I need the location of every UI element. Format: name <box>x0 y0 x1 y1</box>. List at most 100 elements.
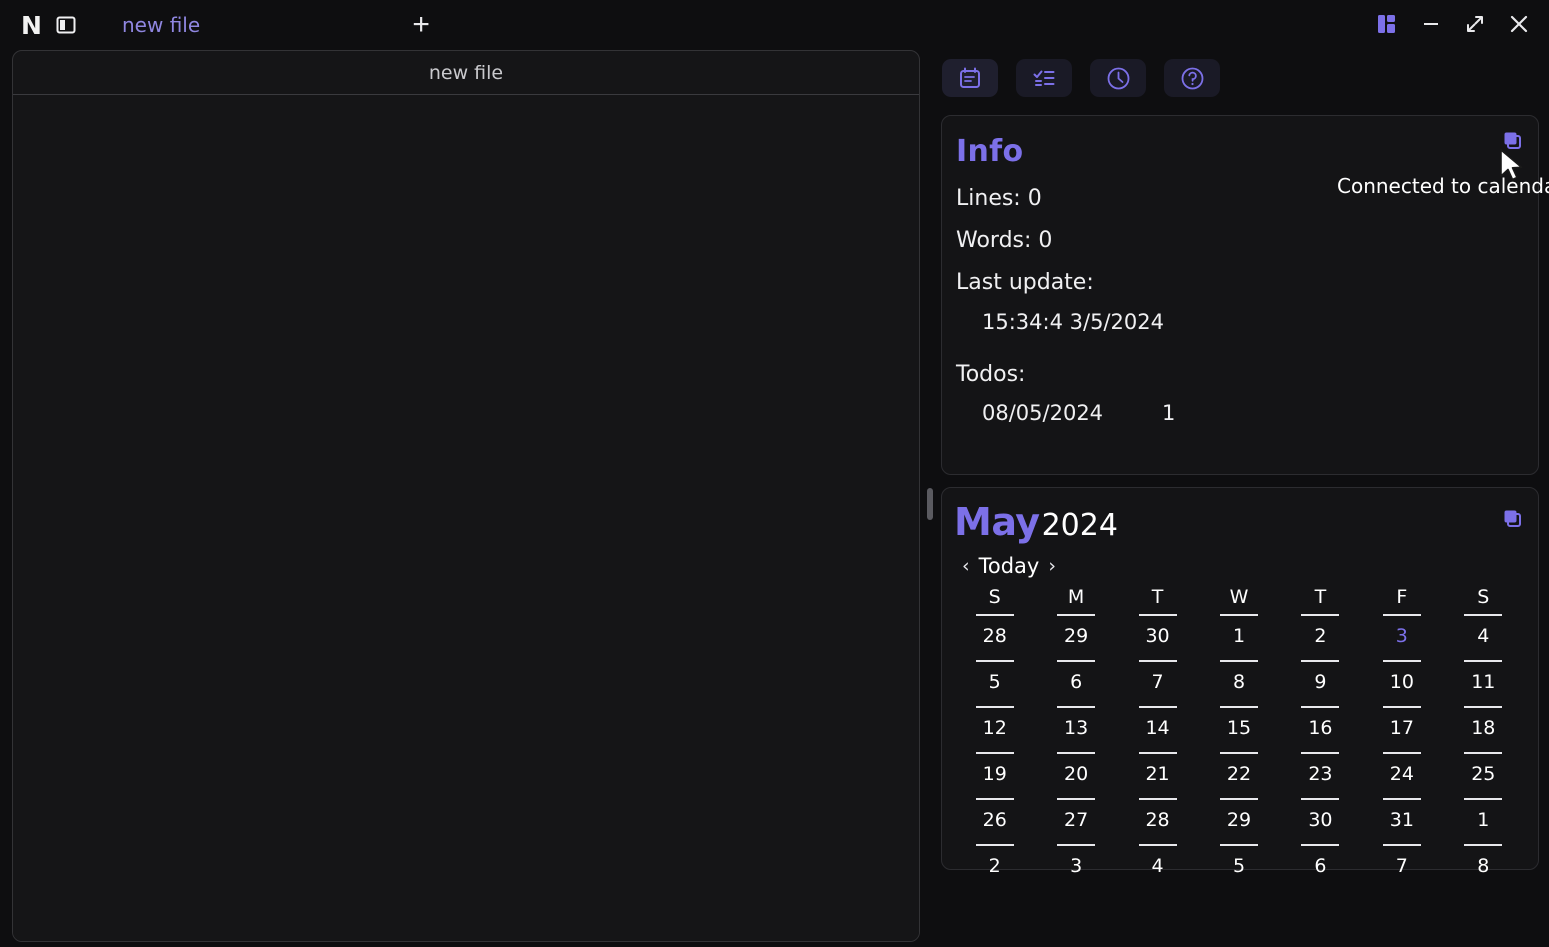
calendar-header: May 2024 <box>954 500 1524 544</box>
info-card: Info Lines: 0 Words: 0 Last update: 15:3… <box>941 115 1539 475</box>
calendar-weekday-header: S M T W T F S <box>954 586 1524 608</box>
calendar-prev-button[interactable]: ‹ <box>962 555 970 577</box>
calendar-grid: 28 29 30 1 2 3 4 5 6 7 8 9 10 11 12 13 14 15 16 17 18 19 20 21 2… <box>954 614 1524 884</box>
window-controls <box>1367 0 1539 48</box>
calendar-week-row: 19 20 21 22 23 24 25 <box>954 752 1524 792</box>
calendar-day[interactable]: 30 <box>1117 614 1198 654</box>
calendar-day[interactable]: 1 <box>1443 798 1524 838</box>
editor-pane: new file <box>12 50 920 942</box>
calendar-day[interactable]: 5 <box>954 660 1035 700</box>
calendar-day[interactable]: 29 <box>1198 798 1279 838</box>
tooltip-connected-to-calendar: Connected to calendar <box>1337 174 1549 198</box>
info-todo-count: 1 <box>1162 401 1176 425</box>
calendar-day[interactable]: 2 <box>954 844 1035 884</box>
calendar-week-row: 26 27 28 29 30 31 1 <box>954 798 1524 838</box>
calendar-day[interactable]: 5 <box>1198 844 1279 884</box>
app-logo-icon: N <box>21 10 42 40</box>
calendar-day[interactable]: 12 <box>954 706 1035 746</box>
calendar-day[interactable]: 26 <box>954 798 1035 838</box>
add-tab-button[interactable]: + <box>404 8 438 42</box>
calendar-day[interactable]: 4 <box>1443 614 1524 654</box>
layout-grid-icon[interactable] <box>1367 4 1407 44</box>
editor-title: new file <box>428 61 504 84</box>
calendar-card: May 2024 ‹ Today › S M T W T F S 28 29 3… <box>941 487 1539 877</box>
calendar-day[interactable]: 3 <box>1035 844 1116 884</box>
calendar-day[interactable]: 16 <box>1280 706 1361 746</box>
calendar-day[interactable]: 1 <box>1198 614 1279 654</box>
calendar-week-row: 28 29 30 1 2 3 4 <box>954 614 1524 654</box>
calendar-week-row: 5 6 7 8 9 10 11 <box>954 660 1524 700</box>
info-last-update-label: Last update: <box>956 270 1094 295</box>
calendar-day[interactable]: 24 <box>1361 752 1442 792</box>
todo-list-icon[interactable] <box>1016 59 1072 97</box>
duplicate-icon[interactable] <box>1502 508 1524 530</box>
calendar-day[interactable]: 14 <box>1117 706 1198 746</box>
calendar-day[interactable]: 6 <box>1035 660 1116 700</box>
calendar-day[interactable]: 8 <box>1198 660 1279 700</box>
calendar-day[interactable]: 28 <box>954 614 1035 654</box>
calendar-day[interactable]: 7 <box>1361 844 1442 884</box>
calendar-nav: ‹ Today › <box>962 554 1524 578</box>
editor-header: new file <box>13 51 919 95</box>
info-words-count: Words: 0 <box>956 228 1053 253</box>
editor-text-area[interactable] <box>13 95 919 941</box>
calendar-day[interactable]: 6 <box>1280 844 1361 884</box>
help-icon[interactable] <box>1164 59 1220 97</box>
calendar-next-button[interactable]: › <box>1048 555 1056 577</box>
calendar-day[interactable]: 30 <box>1280 798 1361 838</box>
calendar-day[interactable]: 27 <box>1035 798 1116 838</box>
close-icon[interactable] <box>1499 4 1539 44</box>
sidebar-toggle-icon[interactable] <box>52 11 80 39</box>
minimize-icon[interactable] <box>1411 4 1451 44</box>
info-last-update-value: 15:34:4 3/5/2024 <box>982 310 1164 334</box>
calendar-day[interactable]: 15 <box>1198 706 1279 746</box>
calendar-week-row: 12 13 14 15 16 17 18 <box>954 706 1524 746</box>
maximize-icon[interactable] <box>1455 4 1495 44</box>
calendar-day[interactable]: 28 <box>1117 798 1198 838</box>
weekday-label: T <box>1314 586 1327 608</box>
panel-toolbar <box>936 50 1549 97</box>
calendar-week-row: 2345678 <box>954 844 1524 884</box>
calendar-day[interactable]: 13 <box>1035 706 1116 746</box>
calendar-day[interactable]: 20 <box>1035 752 1116 792</box>
calendar-day[interactable]: 10 <box>1361 660 1442 700</box>
info-title: Info <box>956 134 1024 169</box>
weekday-label: S <box>988 586 1001 608</box>
clock-icon[interactable] <box>1090 59 1146 97</box>
calendar-year: 2024 <box>1041 508 1118 543</box>
calendar-day[interactable]: 21 <box>1117 752 1198 792</box>
calendar-day[interactable]: 31 <box>1361 798 1442 838</box>
weekday-label: S <box>1477 586 1490 608</box>
calendar-today-button[interactable]: Today <box>979 554 1040 578</box>
pane-splitter[interactable] <box>925 50 935 942</box>
weekday-label: W <box>1229 586 1249 608</box>
calendar-day[interactable]: 7 <box>1117 660 1198 700</box>
calendar-day[interactable]: 2 <box>1280 614 1361 654</box>
info-todos-label: Todos: <box>956 362 1026 387</box>
calendar-day[interactable]: 8 <box>1443 844 1524 884</box>
calendar-day[interactable]: 17 <box>1361 706 1442 746</box>
calendar-day[interactable]: 25 <box>1443 752 1524 792</box>
weekday-label: T <box>1151 586 1164 608</box>
info-todo-date: 08/05/2024 <box>982 401 1104 425</box>
calendar-day[interactable]: 23 <box>1280 752 1361 792</box>
calendar-day[interactable]: 29 <box>1035 614 1116 654</box>
tab-strip: new file + <box>108 0 438 50</box>
weekday-label: F <box>1396 586 1408 608</box>
tab-new-file[interactable]: new file <box>108 9 214 41</box>
weekday-label: M <box>1067 586 1085 608</box>
calendar-day[interactable]: 9 <box>1280 660 1361 700</box>
calendar-day[interactable]: 22 <box>1198 752 1279 792</box>
calendar-month: May <box>954 500 1040 544</box>
calendar-day[interactable]: 19 <box>954 752 1035 792</box>
titlebar: N new file + <box>0 0 1549 50</box>
calendar-day[interactable]: 4 <box>1117 844 1198 884</box>
calendar-day[interactable]: 18 <box>1443 706 1524 746</box>
calendar-day-today[interactable]: 3 <box>1361 614 1442 654</box>
calendar-icon[interactable] <box>942 59 998 97</box>
app-window: N new file + new file Info Lines: 0 Word… <box>0 0 1549 947</box>
splitter-handle[interactable] <box>927 488 933 520</box>
info-todo-row: 08/05/2024 1 <box>982 401 1518 425</box>
duplicate-icon[interactable] <box>1502 130 1524 152</box>
calendar-day[interactable]: 11 <box>1443 660 1524 700</box>
